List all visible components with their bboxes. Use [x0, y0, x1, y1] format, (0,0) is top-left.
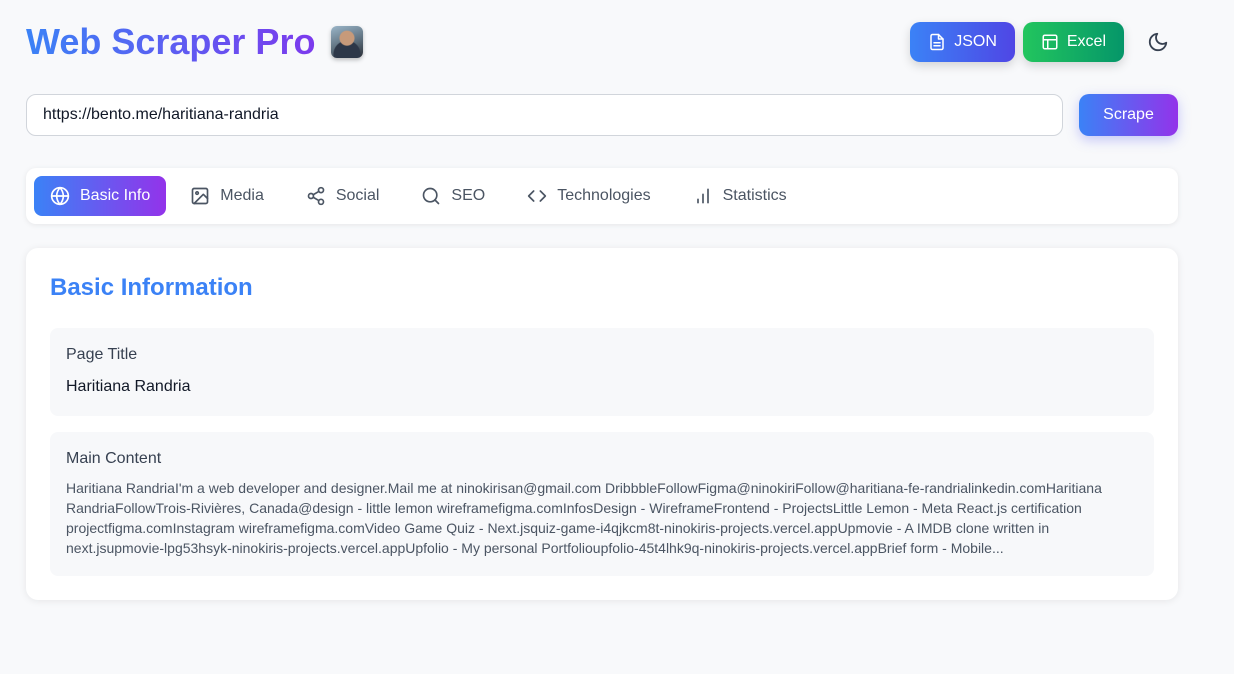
search-icon — [423, 187, 440, 205]
main-content-value: Haritiana RandriaI'm a web developer and… — [66, 480, 1102, 556]
theme-toggle-button[interactable] — [1138, 22, 1178, 62]
url-bar: Scrape — [26, 94, 1178, 136]
export-json-button[interactable]: JSON — [910, 22, 1015, 62]
main-content-label: Main Content — [66, 450, 162, 467]
app-title: Web Scraper Pro — [26, 19, 315, 65]
page-title-value: Haritiana Randria — [66, 378, 191, 395]
scrape-button[interactable]: Scrape — [1079, 94, 1178, 136]
code-icon — [528, 190, 547, 202]
moon-icon — [1148, 32, 1168, 52]
header: Web Scraper Pro JSON Excel — [26, 18, 1178, 66]
tab-social[interactable]: Social — [288, 176, 398, 216]
header-actions: JSON Excel — [910, 22, 1178, 62]
app-root: Web Scraper Pro JSON Excel https://bento… — [0, 0, 1234, 674]
bar-chart-icon — [696, 188, 709, 204]
tab-label: Social — [335, 187, 380, 204]
tab-technologies[interactable]: Technologies — [509, 176, 668, 216]
export-excel-button[interactable]: Excel — [1022, 22, 1124, 62]
tab-label: SEO — [451, 187, 486, 204]
table-icon — [1042, 34, 1058, 50]
tab-label: Media — [220, 187, 264, 204]
main-content-field: Main Content Haritiana RandriaI'm a web … — [50, 432, 1154, 576]
globe-icon — [50, 186, 70, 206]
export-json-label: JSON — [954, 33, 997, 50]
share-icon — [307, 186, 325, 206]
basic-info-panel: Basic Information Page Title Haritiana R… — [26, 248, 1178, 600]
tab-basic-info[interactable]: Basic Info — [34, 176, 167, 216]
avatar — [331, 26, 364, 58]
tab-bar: Basic Info Media Social SEO Technologies… — [26, 168, 1178, 224]
page-title-label: Page Title — [66, 346, 138, 363]
image-icon — [191, 187, 209, 205]
url-input[interactable] — [26, 94, 1063, 136]
tab-label: Statistics — [722, 187, 787, 204]
file-text-icon — [930, 33, 944, 51]
tab-label: Technologies — [557, 187, 651, 204]
tab-media[interactable]: Media — [172, 176, 282, 216]
panel-heading: Basic Information — [50, 274, 253, 301]
tab-statistics[interactable]: Statistics — [675, 176, 805, 216]
export-excel-label: Excel — [1066, 33, 1106, 50]
brand: Web Scraper Pro — [26, 19, 364, 65]
tab-label: Basic Info — [80, 187, 151, 204]
tab-seo[interactable]: SEO — [403, 176, 503, 216]
page-title-field: Page Title Haritiana Randria — [50, 328, 1154, 416]
